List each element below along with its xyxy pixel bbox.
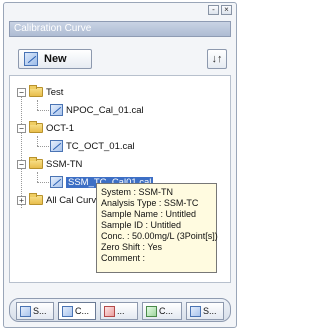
tooltip-conc: Conc. : 50.00mg/L (3Point[s]) bbox=[101, 231, 218, 241]
tab-label: S... bbox=[203, 306, 217, 316]
tab-system[interactable]: S... bbox=[16, 302, 54, 320]
tooltip-comment: Comment : bbox=[101, 253, 146, 263]
new-calibration-icon bbox=[24, 52, 38, 66]
control-icon bbox=[146, 305, 157, 317]
tab-control[interactable]: C... bbox=[142, 302, 182, 320]
calibration-file-icon bbox=[50, 104, 63, 116]
item-details-tooltip: System : SSM-TN Analysis Type : SSM-TC S… bbox=[96, 183, 218, 273]
system-icon bbox=[20, 305, 31, 317]
folder-icon bbox=[29, 157, 43, 169]
group-label: OCT-1 bbox=[46, 122, 74, 134]
tree-guide bbox=[37, 172, 38, 182]
minimize-button[interactable]: - bbox=[208, 5, 219, 15]
tab-label: S... bbox=[33, 306, 47, 316]
tooltip-system: System : SSM-TN bbox=[101, 187, 174, 197]
schedule-icon bbox=[190, 305, 201, 317]
collapse-icon[interactable]: − bbox=[17, 87, 26, 97]
tooltip-sample-id: Sample ID : Untitled bbox=[101, 220, 182, 230]
collapse-icon[interactable]: − bbox=[17, 159, 26, 169]
item-label: NPOC_Cal_01.cal bbox=[66, 104, 144, 116]
tree-group-test[interactable]: − Test bbox=[17, 85, 63, 99]
tree-guide bbox=[21, 92, 22, 208]
calibration-curve-pane: - × Calibration Curve New ↓↑ − Test NPOC… bbox=[3, 2, 237, 328]
pane-top-bar: - × bbox=[4, 3, 236, 18]
new-button[interactable]: New bbox=[18, 49, 92, 69]
tree-group-oct-1[interactable]: − OCT-1 bbox=[17, 121, 74, 135]
collapse-icon[interactable]: − bbox=[17, 123, 26, 133]
sort-button[interactable]: ↓↑ bbox=[207, 49, 227, 69]
tree-group-ssm-tn[interactable]: − SSM-TN bbox=[17, 157, 82, 171]
folder-icon bbox=[29, 85, 43, 97]
tooltip-zero-shift: Zero Shift : Yes bbox=[101, 242, 163, 252]
new-button-label: New bbox=[44, 53, 67, 65]
tree-guide bbox=[37, 146, 49, 147]
panel-title: Calibration Curve bbox=[9, 21, 231, 37]
tab-calibration[interactable]: C... bbox=[58, 302, 96, 320]
tree-item[interactable]: NPOC_Cal_01.cal bbox=[50, 103, 144, 117]
group-label: Test bbox=[46, 86, 64, 98]
tooltip-analysis-type: Analysis Type : SSM-TC bbox=[101, 198, 199, 208]
toolbar: New ↓↑ bbox=[9, 41, 231, 73]
folder-icon bbox=[29, 121, 43, 133]
folder-icon bbox=[29, 193, 43, 205]
item-label: TC_OCT_01.cal bbox=[66, 140, 135, 152]
tab-schedule[interactable]: S... bbox=[186, 302, 224, 320]
tree-guide bbox=[37, 182, 49, 183]
tree-guide bbox=[37, 110, 49, 111]
calibration-icon bbox=[62, 305, 73, 317]
tree-guide bbox=[37, 100, 38, 110]
expand-icon[interactable]: + bbox=[17, 195, 26, 205]
tree-item[interactable]: TC_OCT_01.cal bbox=[50, 139, 135, 153]
tab-sample[interactable]: ... bbox=[100, 302, 138, 320]
tree-guide bbox=[37, 136, 38, 146]
bottom-tab-bar: S... C... ... C... S... bbox=[9, 298, 231, 322]
tab-label: C... bbox=[75, 306, 90, 316]
tooltip-sample-name: Sample Name : Untitled bbox=[101, 209, 197, 219]
group-label: SSM-TN bbox=[46, 158, 83, 170]
close-button[interactable]: × bbox=[221, 5, 232, 15]
tab-label: C... bbox=[159, 306, 174, 316]
tab-label: ... bbox=[117, 306, 125, 316]
sample-icon bbox=[104, 305, 115, 317]
calibration-file-icon bbox=[50, 140, 63, 152]
calibration-file-icon bbox=[50, 176, 63, 188]
